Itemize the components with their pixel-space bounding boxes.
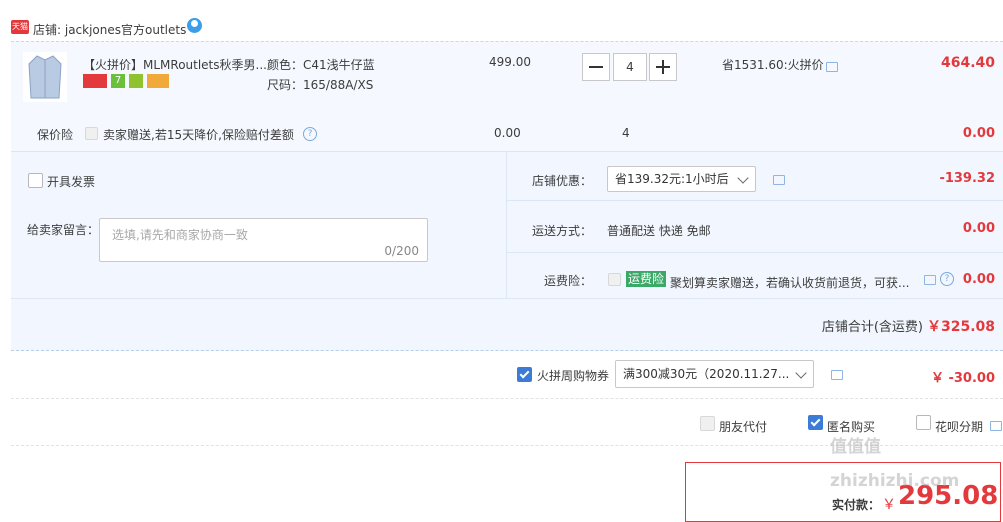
item-subtotal: 464.40 bbox=[940, 55, 995, 71]
chevron-down-icon bbox=[795, 367, 807, 379]
juhuasuan-badge bbox=[83, 74, 107, 88]
message-icon[interactable] bbox=[826, 62, 838, 72]
watermark: 值值值 zhizhizhi.com bbox=[830, 437, 960, 491]
insurance-desc: 卖家赠送,若15天降价,保险赔付差额 bbox=[103, 128, 294, 142]
item-saving-text: 省1531.60:火拼价 bbox=[722, 58, 824, 72]
friend-pay-label[interactable]: 朋友代付 bbox=[719, 418, 767, 435]
message-icon[interactable] bbox=[924, 275, 936, 285]
help-icon[interactable]: ? bbox=[303, 127, 317, 141]
huabei-checkbox[interactable] bbox=[916, 415, 931, 430]
invoice-label[interactable]: 开具发票 bbox=[47, 173, 95, 190]
unit-price: 499.00 bbox=[489, 55, 531, 69]
increase-button[interactable] bbox=[649, 53, 677, 81]
shop-discount-value: 省139.32元:1小时后 bbox=[615, 172, 729, 186]
invoice-checkbox[interactable] bbox=[28, 173, 43, 188]
item-row: 【火拼价】MLMRoutlets秋季男... 7 颜色：C41浅牛仔蓝 尺码：1… bbox=[11, 41, 1003, 152]
row-divider bbox=[506, 200, 1003, 201]
freight-insurance-tag: 运费险 bbox=[626, 271, 667, 287]
freight-insurance-amount: 0.00 bbox=[962, 272, 995, 287]
coupon-value: 满300减30元（2020.11.27... bbox=[623, 367, 790, 381]
card-icon bbox=[147, 74, 169, 88]
sku-color: 颜色：C41浅牛仔蓝 bbox=[267, 58, 375, 72]
shop-total-label: 店铺合计(含运费) bbox=[821, 320, 923, 335]
row-divider bbox=[506, 252, 1003, 253]
tmall-badge: 天猫 bbox=[11, 20, 29, 34]
seven-day-return-icon: 7 bbox=[111, 74, 125, 88]
insurance-label: 保价险 bbox=[37, 128, 74, 142]
coupon-row: 火拼周购物券 满300减30元（2020.11.27... ￥ -30.00 bbox=[11, 350, 1003, 399]
shop-header: 天猫 店铺: jackjones官方outlets bbox=[11, 14, 311, 40]
insurance-qty: 4 bbox=[622, 126, 630, 140]
insurance-price: 0.00 bbox=[494, 126, 521, 140]
chevron-down-icon bbox=[737, 172, 749, 184]
shop-discount-amount: -139.32 bbox=[939, 171, 995, 186]
shipping-amount: 0.00 bbox=[962, 221, 995, 236]
shop-discount-label: 店铺优惠： bbox=[532, 174, 593, 188]
shipping-label: 运送方式： bbox=[532, 224, 593, 238]
payment-label: 实付款： bbox=[832, 498, 881, 512]
message-icon[interactable] bbox=[831, 370, 843, 380]
anonymous-checkbox[interactable] bbox=[808, 415, 823, 430]
order-options-panel: 开具发票 给卖家留言： 选填,请先和商家协商一致 0/200 店铺优惠： 省13… bbox=[11, 151, 1003, 351]
guarantee-icon bbox=[129, 74, 143, 88]
message-counter: 0/200 bbox=[384, 244, 419, 258]
coupon-checkbox[interactable] bbox=[517, 367, 532, 382]
seller-message-input[interactable]: 选填,请先和商家协商一致 0/200 bbox=[99, 218, 428, 262]
shop-total-amount: ￥325.08 bbox=[926, 319, 995, 335]
shirt-image bbox=[28, 55, 62, 99]
insurance-checkbox bbox=[85, 127, 98, 140]
freight-insurance-desc: 聚划算卖家赠送，若确认收货前退货，可获... bbox=[670, 276, 910, 290]
help-icon[interactable]: ? bbox=[940, 272, 954, 286]
row-divider bbox=[11, 298, 1003, 299]
wangwang-icon[interactable] bbox=[187, 18, 202, 33]
decrease-button[interactable] bbox=[582, 53, 610, 81]
freight-insurance-label: 运费险： bbox=[544, 274, 593, 288]
coupon-amount: ￥ -30.00 bbox=[930, 371, 995, 386]
shipping-value: 普通配送 快递 免邮 bbox=[607, 224, 711, 238]
shop-discount-select[interactable]: 省139.32元:1小时后 bbox=[607, 166, 756, 192]
message-placeholder: 选填,请先和商家协商一致 bbox=[112, 228, 248, 242]
friend-pay-checkbox[interactable] bbox=[700, 416, 715, 431]
product-title-link[interactable]: 【火拼价】MLMRoutlets秋季男... bbox=[83, 56, 267, 73]
product-thumbnail[interactable] bbox=[23, 52, 67, 102]
quantity-input[interactable]: 4 bbox=[613, 53, 647, 81]
message-label: 给卖家留言： bbox=[27, 223, 100, 237]
message-icon[interactable] bbox=[773, 175, 785, 185]
coupon-select[interactable]: 满300减30元（2020.11.27... bbox=[615, 360, 814, 388]
shop-name-link[interactable]: 店铺: jackjones官方outlets bbox=[33, 21, 186, 38]
sku-size: 尺码：165/88A/XS bbox=[267, 78, 374, 92]
freight-insurance-checkbox bbox=[608, 273, 621, 286]
quantity-stepper: 4 bbox=[582, 53, 702, 81]
right-column-divider bbox=[506, 152, 507, 298]
insurance-total: 0.00 bbox=[962, 126, 995, 141]
coupon-label: 火拼周购物券 bbox=[537, 369, 610, 383]
